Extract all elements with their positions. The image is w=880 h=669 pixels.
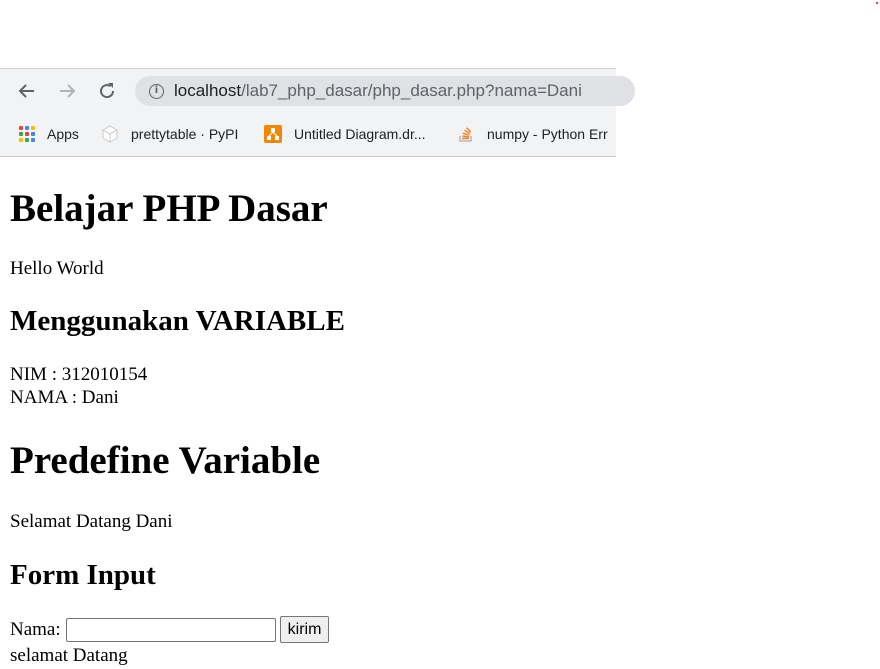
bookmark-numpy[interactable]: numpy - Python Err	[457, 122, 608, 146]
predefine-heading: Predefine Variable	[10, 439, 321, 482]
bookmark-label: Untitled Diagram.dr...	[294, 126, 426, 142]
pypi-cube-icon	[102, 125, 118, 143]
welcome-text: Selamat Datang Dani	[10, 511, 173, 532]
page-title: Belajar PHP Dasar	[10, 187, 328, 230]
apps-grid-icon	[19, 126, 35, 142]
bookmark-apps[interactable]: Apps	[19, 122, 79, 146]
site-info-icon[interactable]: i	[149, 83, 164, 99]
reload-icon[interactable]	[93, 77, 121, 105]
url-host: localhost	[174, 81, 242, 100]
nama-form: Nama: kirim	[10, 616, 330, 643]
url-text: localhost/lab7_php_dasar/php_dasar.php?n…	[174, 81, 582, 101]
address-bar[interactable]: i localhost/lab7_php_dasar/php_dasar.php…	[135, 76, 635, 106]
browser-chrome: i localhost/lab7_php_dasar/php_dasar.php…	[0, 68, 635, 157]
drawio-icon	[264, 125, 282, 143]
bookmark-label: Apps	[47, 126, 79, 142]
kirim-button[interactable]: kirim	[279, 616, 330, 643]
nim-text: NIM : 312010154	[10, 364, 148, 385]
stray-pixel	[876, 2, 878, 4]
stackoverflow-icon	[459, 127, 472, 142]
variable-heading: Menggunakan VARIABLE	[10, 305, 345, 337]
nama-text: NAMA : Dani	[10, 387, 119, 408]
bookmark-pypi[interactable]: prettytable · PyPI	[101, 122, 238, 146]
nama-label: Nama:	[10, 618, 61, 640]
forward-arrow-icon[interactable]	[53, 77, 81, 105]
result-text: selamat Datang	[10, 645, 128, 666]
nama-input[interactable]	[65, 617, 276, 642]
url-path: /lab7_php_dasar/php_dasar.php?nama=Dani	[241, 81, 582, 100]
browser-toolbar: i localhost/lab7_php_dasar/php_dasar.php…	[0, 68, 635, 113]
bookmarks-bar: Apps prettytable · PyPI Untitled Diagram…	[0, 112, 616, 156]
back-arrow-icon[interactable]	[13, 77, 41, 105]
hello-text: Hello World	[10, 258, 104, 279]
bookmark-label: prettytable · PyPI	[131, 126, 239, 142]
form-heading: Form Input	[10, 559, 156, 591]
bookmark-label: numpy - Python Err	[487, 126, 608, 142]
bookmark-diagram[interactable]: Untitled Diagram.dr...	[264, 122, 426, 146]
